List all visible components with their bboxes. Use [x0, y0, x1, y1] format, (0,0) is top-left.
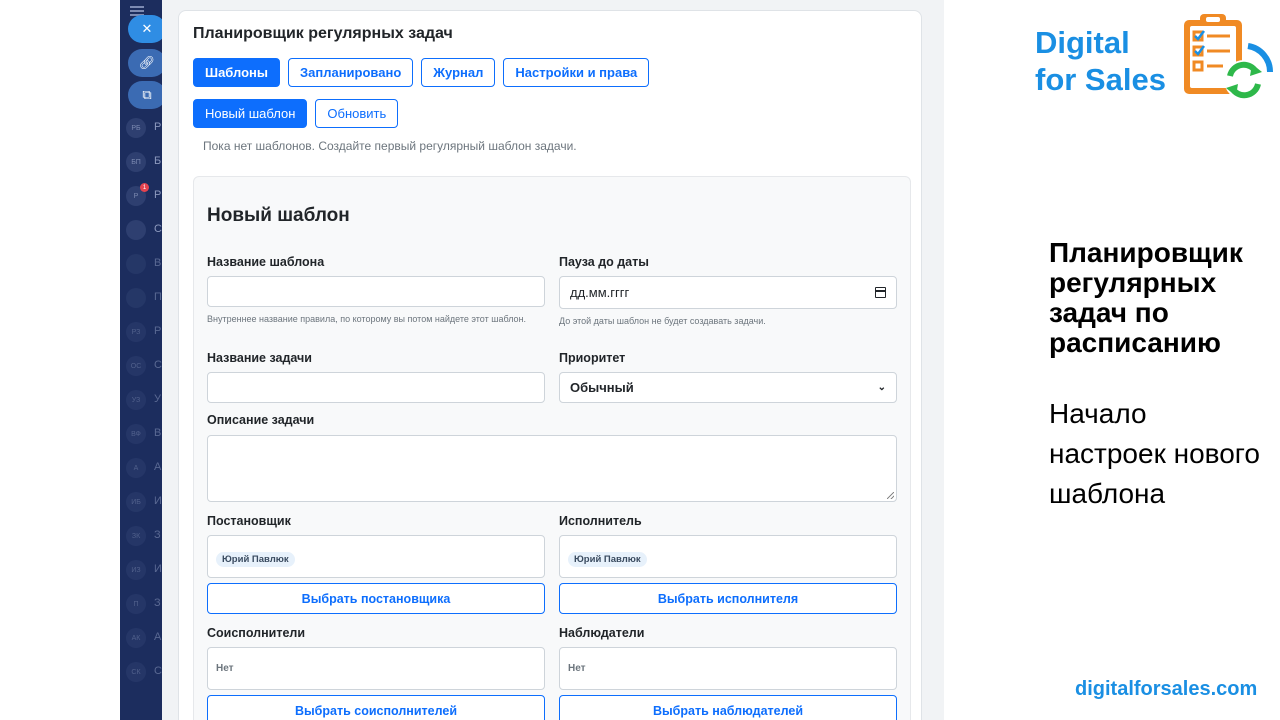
select-assignee-button[interactable]: Выбрать исполнителя — [559, 583, 897, 614]
portal-sidebar: ✕ 🔗︎ ⧉ РБ Р БП Б Р Р 1 С В П РЗ Р ОС С УЗ У ВФ В А А ИБ И ЗК З И… — [120, 0, 166, 720]
brand-name-line1: Digital — [1035, 25, 1130, 60]
sidebar-item-label[interactable]: З — [154, 529, 161, 541]
creator-chip[interactable]: Юрий Павлюк — [216, 552, 295, 567]
priority-label: Приоритет — [559, 351, 626, 365]
action-bar: Новый шаблон Обновить — [193, 99, 399, 128]
sidebar-item-label[interactable]: С — [154, 223, 162, 235]
observers-value: Нет — [568, 663, 586, 674]
tab-bar: Шаблоны Запланировано Журнал Настройки и… — [193, 58, 650, 87]
screen: ✕ 🔗︎ ⧉ РБ Р БП Б Р Р 1 С В П РЗ Р ОС С УЗ У ВФ В А А ИБ И ЗК З И… — [0, 0, 1280, 720]
template-name-input[interactable] — [207, 276, 545, 307]
clipboard-checklist-cycle-icon — [1184, 14, 1274, 100]
pause-until-date-input[interactable]: дд.мм.гггг — [559, 276, 897, 309]
loader-icon[interactable] — [126, 220, 146, 240]
observers-label: Наблюдатели — [559, 626, 645, 640]
description-textarea[interactable] — [207, 435, 897, 502]
brand-name-line2: for Sales — [1035, 62, 1166, 97]
tab-log[interactable]: Журнал — [421, 58, 496, 87]
close-button[interactable]: ✕ — [128, 15, 166, 43]
brand-name: Digital for Sales — [1035, 24, 1166, 98]
pause-until-help: До этой даты шаблон не будет создавать з… — [559, 316, 766, 326]
cube-icon[interactable] — [126, 254, 146, 274]
close-icon: ✕ — [141, 21, 153, 36]
task-name-input[interactable] — [207, 372, 545, 403]
sidebar-item-avatar[interactable]: ИБ — [126, 492, 146, 512]
task-name-label: Название задачи — [207, 351, 312, 365]
sidebar-item-avatar[interactable]: П — [126, 594, 146, 614]
sidebar-item-label[interactable]: Б — [154, 155, 161, 167]
refresh-button[interactable]: Обновить — [315, 99, 399, 128]
observers-field: Нет — [559, 647, 897, 690]
tab-templates[interactable]: Шаблоны — [193, 58, 280, 87]
coexecutors-value: Нет — [216, 663, 234, 674]
sidebar-item-label[interactable]: И — [154, 563, 162, 575]
sidebar-item-label[interactable]: Р — [154, 325, 161, 337]
external-link-icon: ⧉ — [142, 87, 152, 102]
template-name-label: Название шаблона — [207, 255, 325, 269]
sidebar-item-avatar[interactable]: А — [126, 458, 146, 478]
creator-label: Постановщик — [207, 514, 291, 528]
sidebar-item-label[interactable]: А — [154, 461, 161, 473]
sidebar-item-label[interactable]: У — [154, 393, 161, 405]
chevron-down-icon: ⌄ — [877, 382, 886, 393]
open-new-window-button[interactable]: ⧉ — [128, 81, 166, 109]
assignee-chip[interactable]: Юрий Павлюк — [568, 552, 647, 567]
pause-until-value: дд.мм.гггг — [570, 285, 630, 300]
sidebar-item-avatar[interactable]: ОС — [126, 356, 146, 376]
sidebar-item-label[interactable]: З — [154, 597, 161, 609]
description-label: Описание задачи — [207, 413, 315, 427]
resize-grip-icon[interactable] — [887, 492, 894, 499]
sidebar-item-label[interactable]: А — [154, 631, 161, 643]
menu-icon[interactable] — [130, 6, 144, 8]
empty-state-message: Пока нет шаблонов. Создайте первый регул… — [203, 139, 577, 153]
app-panel: Планировщик регулярных задач Шаблоны Зап… — [162, 0, 944, 720]
sidebar-item-avatar[interactable]: СК — [126, 662, 146, 682]
tab-settings[interactable]: Настройки и права — [503, 58, 650, 87]
coexecutors-label: Соисполнители — [207, 626, 306, 640]
notification-badge: 1 — [140, 183, 149, 192]
sidebar-item-avatar[interactable]: БП — [126, 152, 146, 172]
sidebar-item-label[interactable]: П — [154, 291, 162, 303]
calendar-icon[interactable] — [875, 287, 886, 298]
sidebar-item-label[interactable]: С — [154, 665, 162, 677]
slide-subline: Начало настроек нового шаблона — [1049, 398, 1260, 509]
assignee-field: Юрий Павлюк — [559, 535, 897, 578]
priority-select[interactable]: Обычный ⌄ — [559, 372, 897, 403]
page-title: Планировщик регулярных задач — [193, 25, 453, 42]
assignee-label: Исполнитель — [559, 514, 642, 528]
select-coexecutors-button[interactable]: Выбрать соисполнителей — [207, 695, 545, 720]
sidebar-item-label[interactable]: Р — [154, 189, 161, 201]
sidebar-item-label[interactable]: И — [154, 495, 162, 507]
sidebar-item-label[interactable]: Р — [154, 121, 161, 133]
copy-link-button[interactable]: 🔗︎ — [128, 49, 166, 77]
coexecutors-field: Нет — [207, 647, 545, 690]
form-title: Новый шаблон — [207, 205, 350, 226]
new-template-form: Новый шаблон Название шаблона Внутреннее… — [193, 176, 911, 720]
sidebar-item-avatar[interactable]: РЗ — [126, 322, 146, 342]
sidebar-item-label[interactable]: С — [154, 359, 162, 371]
template-name-help: Внутреннее название правила, по которому… — [207, 314, 527, 324]
sidebar-item-label[interactable]: В — [154, 427, 161, 439]
sidebar-item-label[interactable]: В — [154, 257, 161, 269]
pause-until-label: Пауза до даты — [559, 255, 649, 269]
sidebar-item-avatar[interactable]: ЗК — [126, 526, 146, 546]
select-creator-button[interactable]: Выбрать постановщика — [207, 583, 545, 614]
sidebar-item-avatar[interactable]: УЗ — [126, 390, 146, 410]
sidebar-item-avatar[interactable]: ВФ — [126, 424, 146, 444]
sidebar-item-avatar[interactable]: АК — [126, 628, 146, 648]
priority-value: Обычный — [570, 380, 634, 395]
sidebar-item-avatar[interactable]: РБ — [126, 118, 146, 138]
app-card: Планировщик регулярных задач Шаблоны Зап… — [178, 10, 922, 720]
tab-scheduled[interactable]: Запланировано — [287, 58, 414, 87]
creator-field: Юрий Павлюк — [207, 535, 545, 578]
link-icon: 🔗︎ — [138, 55, 156, 70]
box-icon[interactable] — [126, 288, 146, 308]
slide-headline: Планировщик регулярных задач по расписан… — [1049, 237, 1243, 358]
sidebar-item-avatar[interactable]: ИЗ — [126, 560, 146, 580]
new-template-button[interactable]: Новый шаблон — [193, 99, 308, 128]
site-url[interactable]: digitalforsales.com — [1075, 678, 1257, 701]
select-observers-button[interactable]: Выбрать наблюдателей — [559, 695, 897, 720]
